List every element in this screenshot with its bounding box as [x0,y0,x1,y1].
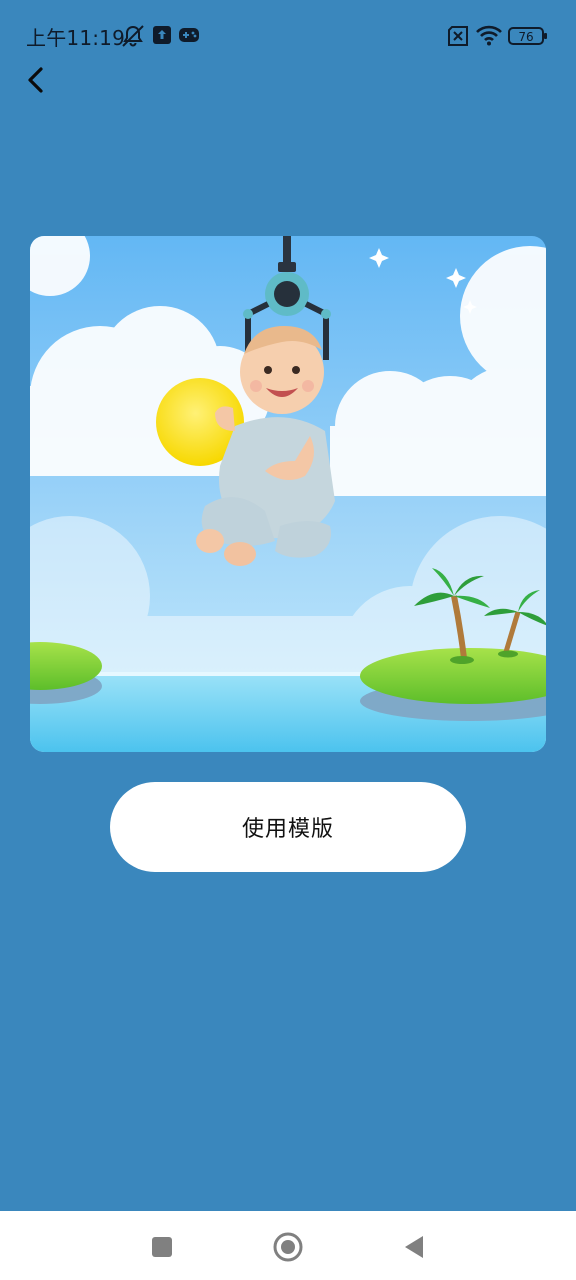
battery-level-text: 76 [518,30,533,44]
navigation-bar [0,1211,576,1280]
home-button[interactable] [270,1229,306,1265]
system-back-button[interactable] [396,1229,432,1265]
upload-icon [153,26,171,48]
bell-off-icon [120,24,146,52]
chevron-left-icon [28,67,43,93]
app-screen: 上午11:19 76 使用模版 [0,0,576,1280]
template-preview-image [30,236,546,752]
gamepad-icon [178,27,200,47]
recents-button[interactable] [144,1229,180,1265]
wifi-icon [475,24,503,50]
sim-off-icon [446,26,470,50]
use-template-button[interactable]: 使用模版 [110,782,466,872]
battery-icon: 76 [508,26,548,50]
status-time: 上午11:19 [26,26,126,50]
back-triangle-icon [405,1236,423,1258]
recents-square-icon [152,1237,172,1257]
back-button[interactable] [18,60,58,100]
status-bar: 上午11:19 76 [0,0,576,70]
home-circle-icon [273,1232,303,1262]
